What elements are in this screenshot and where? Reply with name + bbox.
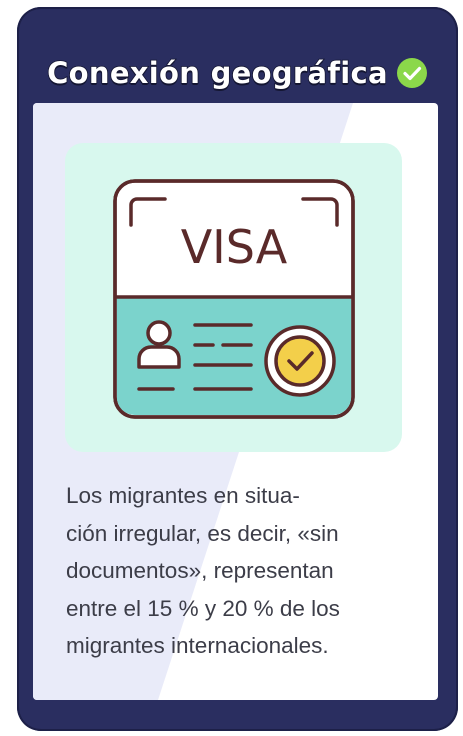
visa-stamp-text: VISA xyxy=(181,220,288,274)
illustration-box: VISA xyxy=(65,143,402,452)
body-paragraph: Los migrantes en situa- ción irregular, … xyxy=(66,483,340,658)
card-title: Conexión geográfica xyxy=(46,55,388,91)
geo-connection-card: Conexión geográfica VISA Los migrantes e… xyxy=(17,7,458,731)
card-header: Conexión geográfica xyxy=(17,47,458,99)
visa-document-icon: VISA xyxy=(113,179,355,419)
check-circle-icon xyxy=(396,58,427,88)
content-panel: VISA Los migrantes en situa- ción irregu… xyxy=(33,103,438,700)
